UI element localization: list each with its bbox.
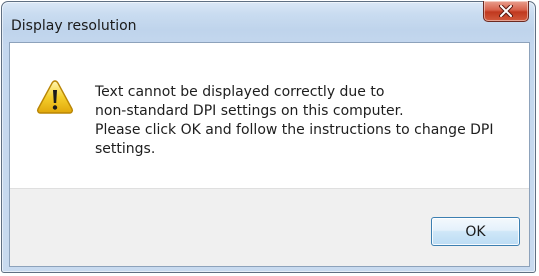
- dialog-window: Display resolution Text cannot be displa…: [1, 1, 536, 273]
- warning-icon: [36, 80, 74, 114]
- message-line: Please click OK and follow the instructi…: [95, 122, 494, 138]
- message-line: Text cannot be displayed correctly due t…: [95, 84, 385, 100]
- close-x-icon: [499, 5, 513, 17]
- message-line: non-standard DPI settings on this comput…: [95, 103, 404, 119]
- button-bar: OK: [10, 188, 529, 266]
- message-area: Text cannot be displayed correctly due t…: [10, 43, 529, 188]
- title-bar[interactable]: Display resolution: [2, 1, 535, 42]
- window-title: Display resolution: [11, 18, 137, 34]
- close-button[interactable]: [483, 1, 529, 22]
- message-line: settings.: [95, 141, 156, 157]
- dialog-message: Text cannot be displayed correctly due t…: [95, 83, 520, 159]
- ok-button[interactable]: OK: [431, 217, 520, 246]
- dialog-body: Text cannot be displayed correctly due t…: [9, 42, 530, 267]
